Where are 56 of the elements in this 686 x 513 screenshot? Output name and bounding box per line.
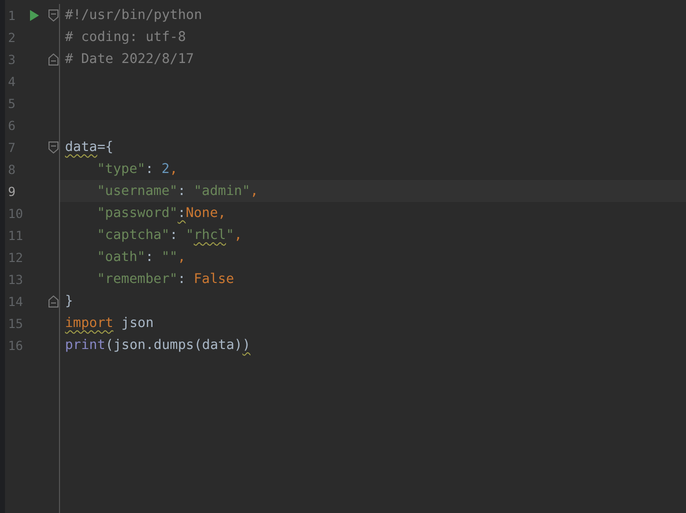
code-token: "remember" xyxy=(97,272,178,286)
code-token: : xyxy=(170,228,179,242)
code-token: # Date 2022/8/17 xyxy=(65,52,194,66)
code-token: "username" xyxy=(97,184,178,198)
fold-icon[interactable] xyxy=(48,294,59,308)
code-token: "type" xyxy=(97,162,146,176)
code-token: } xyxy=(65,294,74,308)
code-token: "" xyxy=(162,250,178,264)
code-token: : xyxy=(178,184,187,198)
line-number: 13 xyxy=(7,272,24,286)
code-token: " xyxy=(226,228,234,242)
line-number: 16 xyxy=(7,338,24,352)
line-number: 1 xyxy=(7,8,17,22)
line-number: 14 xyxy=(7,294,24,308)
code-token: ) xyxy=(242,338,250,352)
line-number: 11 xyxy=(7,228,24,242)
code-token: None, xyxy=(186,206,226,220)
line-number: 7 xyxy=(7,140,17,154)
code-token: , xyxy=(170,162,178,176)
code-token: , xyxy=(178,250,186,264)
fold-icon[interactable] xyxy=(48,52,59,66)
code-token: : xyxy=(145,162,154,176)
line-number: 12 xyxy=(7,250,24,264)
code-token: False xyxy=(194,272,234,286)
code-token: "captcha" xyxy=(97,228,170,242)
line-number: 8 xyxy=(7,162,17,176)
code-token: : xyxy=(178,272,187,286)
line-number: 3 xyxy=(7,52,17,66)
line-number: 4 xyxy=(7,74,17,88)
code-token: import xyxy=(65,316,114,330)
line-number: 6 xyxy=(7,118,17,132)
line-number: 9 xyxy=(7,184,17,198)
code-token: : xyxy=(145,250,154,264)
code-token: , xyxy=(250,184,258,198)
code-token: # coding: utf-8 xyxy=(65,30,186,44)
line-number: 15 xyxy=(7,316,24,330)
code-token: data xyxy=(65,140,98,154)
code-token: "admin" xyxy=(194,184,250,198)
code-token: #!/usr/bin/python xyxy=(65,8,202,22)
code-token: rhcl xyxy=(194,228,226,242)
code-token: ={ xyxy=(97,140,114,154)
code-token: "password" xyxy=(97,206,178,220)
code-token: json xyxy=(120,316,154,330)
fold-icon[interactable] xyxy=(48,8,59,22)
code-token: 2 xyxy=(162,162,170,176)
code-token: , xyxy=(234,228,242,242)
line-number: 5 xyxy=(7,96,17,110)
code-token: "oath" xyxy=(97,250,146,264)
line-number: 10 xyxy=(7,206,24,220)
code-token: " xyxy=(186,228,194,242)
run-icon[interactable] xyxy=(28,10,39,20)
code-token: (json.dumps(data) xyxy=(105,338,242,352)
code-token: : xyxy=(178,206,186,220)
fold-icon[interactable] xyxy=(48,140,59,154)
code-token: print xyxy=(65,338,106,352)
line-number: 2 xyxy=(7,30,17,44)
